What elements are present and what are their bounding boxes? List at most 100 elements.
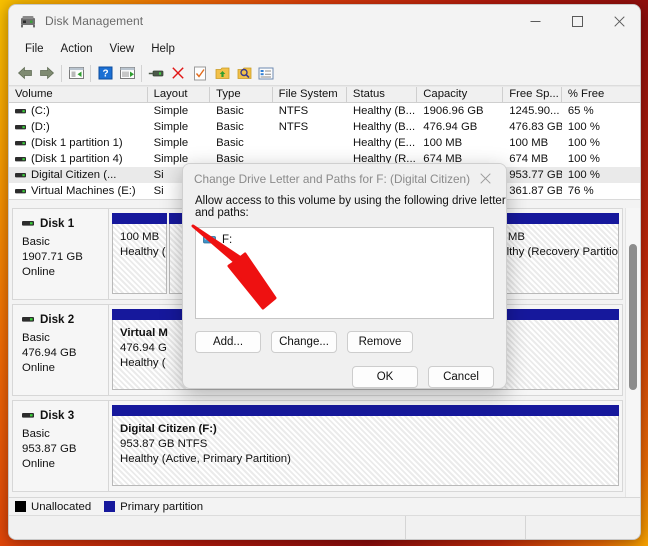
change-drive-letter-dialog: Change Drive Letter and Paths for F: (Di… [182,163,507,389]
disk-info-panel[interactable]: Disk 3 Basic 953.87 GB Online [13,401,109,491]
disk-management-window: Disk Management File Action View Help ? … [8,4,641,540]
volume-column-header[interactable]: % Free [562,87,640,102]
disk-name: Disk 2 [40,313,75,326]
volume-cell-file-system: NTFS [273,121,347,133]
change-button[interactable]: Change... [271,331,337,353]
disk-management-icon [21,16,35,28]
status-bar-message [9,516,405,539]
back-button[interactable] [14,63,36,84]
status-bar [9,515,640,539]
disk-title: Disk 3 [22,409,108,422]
volume-column-header[interactable]: Type [210,87,273,102]
disk-info-panel[interactable]: Disk 2 Basic 476.94 GB Online [13,305,109,395]
menu-item-help[interactable]: Help [143,40,183,58]
volume-cell-free: 1245.90... [503,105,562,117]
menu-item-file[interactable]: File [17,40,52,58]
dialog-titlebar: Change Drive Letter and Paths for F: (Di… [183,164,506,193]
disk-info-panel[interactable]: Disk 1 Basic 1907.71 GB Online [13,209,109,299]
cell-text: Simple [153,105,189,117]
dialog-path-actions: Add... Change... Remove [195,331,506,353]
volume-column-header[interactable]: Status [347,87,418,102]
dialog-close-button[interactable] [464,164,506,193]
disk-size: 476.94 GB [22,347,77,359]
disk-partitions: Digital Citizen (F:) 953.87 GB NTFS Health… [109,401,622,491]
cell-text: Basic [216,137,244,149]
volume-cell-free: 476.83 GB [503,121,562,133]
cell-text: 100 % [567,169,600,181]
volume-column-header[interactable]: File System [273,87,347,102]
dialog-prompt-text: Allow access to this volume by using the… [195,195,506,219]
minimize-button[interactable] [514,5,556,37]
toolbar-separator-2 [90,64,91,82]
remove-button[interactable]: Remove [347,331,413,353]
disk-pane-scrollbar-thumb[interactable] [629,244,637,390]
cancel-button[interactable]: Cancel [428,366,494,388]
disk-icon [22,221,34,226]
partition-block[interactable]: Digital Citizen (F:) 953.87 GB NTFS Health… [112,405,619,486]
ok-button[interactable]: OK [352,366,418,388]
volume-cell-volume: Digital Citizen (... [9,169,148,181]
disk-type: Basic [22,428,50,440]
cell-text: 65 % [567,105,594,117]
partition-status: Healthy ( [120,246,166,258]
cell-text: 100 % [567,137,600,149]
volume-column-header[interactable]: Volume [9,87,148,102]
legend-label: Primary partition [120,500,204,513]
window-title: Disk Management [45,14,144,28]
window-titlebar: Disk Management [9,5,640,37]
cell-text: Basic [216,105,244,117]
extend-volume-button[interactable] [211,63,233,84]
volume-cell-free: 361.87 GB [503,185,562,197]
volume-list-header: Volume Layout Type File System Status Capacit… [9,86,640,103]
list-item[interactable]: F: [203,234,493,246]
rescan-disks-button[interactable] [233,63,255,84]
add-button[interactable]: Add... [195,331,261,353]
menu-bar: File Action View Help [9,37,640,61]
volume-cell-volume: (Disk 1 partition 1) [9,137,148,149]
help-button[interactable]: ? [94,63,116,84]
volume-cell-volume: (D:) [9,121,148,133]
disk-name: Disk 1 [40,217,75,230]
delete-button[interactable] [167,63,189,84]
disk-row[interactable]: Disk 3 Basic 953.87 GB Online Digital Citize… [12,400,623,492]
delete-icon [172,67,184,79]
disk-icon [22,413,34,418]
up-one-level-button[interactable] [65,63,87,84]
disk-status: Online [22,362,55,374]
volume-column-header[interactable]: Free Sp... [503,87,562,102]
volume-column-header[interactable]: Capacity [417,87,504,102]
volume-cell-capacity: 100 MB [417,137,503,149]
toolbar: ? [9,61,640,86]
cell-text: 476.83 GB [509,121,562,133]
volume-row[interactable]: (C:) Simple Basic NTFS Healthy (B... 1906.96 … [9,103,640,119]
partition-legend: Unallocated Primary partition [9,497,640,515]
volume-column-header[interactable]: Layout [148,87,211,102]
cell-text: Si [153,169,164,181]
close-button[interactable] [598,5,640,37]
toolbar-separator-1 [61,64,62,82]
cell-text: 1906.96 GB [423,105,484,117]
menu-item-action[interactable]: Action [53,40,101,58]
drive-paths-listbox[interactable]: F: [195,227,494,319]
format-button[interactable] [189,63,211,84]
volume-row[interactable]: (Disk 1 partition 1) Simple Basic Healthy (… [9,135,640,151]
list-view-button[interactable] [255,63,277,84]
properties-button[interactable] [145,63,167,84]
volume-row[interactable]: (D:) Simple Basic NTFS Healthy (B... 476.94 G… [9,119,640,135]
disk-icon [22,317,34,322]
cell-text: (C:) [31,105,50,117]
up-one-level-icon [68,67,84,79]
partition-details: 100 MB Healthy ( [112,224,167,294]
disk-pane-scrollbar[interactable] [625,208,640,497]
partition-block[interactable]: 100 MB Healthy ( [112,213,167,294]
maximize-icon [571,15,583,27]
menu-item-view[interactable]: View [102,40,143,58]
format-icon [194,66,206,80]
status-bar-panel-3 [525,516,640,539]
show-hide-console-tree-button[interactable] [116,63,138,84]
maximize-button[interactable] [556,5,598,37]
forward-button[interactable] [36,63,58,84]
cell-text: 953.77 GB [509,169,562,181]
volume-cell-pct-free: 100 % [562,169,640,181]
volume-cell-pct-free: 76 % [562,185,640,197]
